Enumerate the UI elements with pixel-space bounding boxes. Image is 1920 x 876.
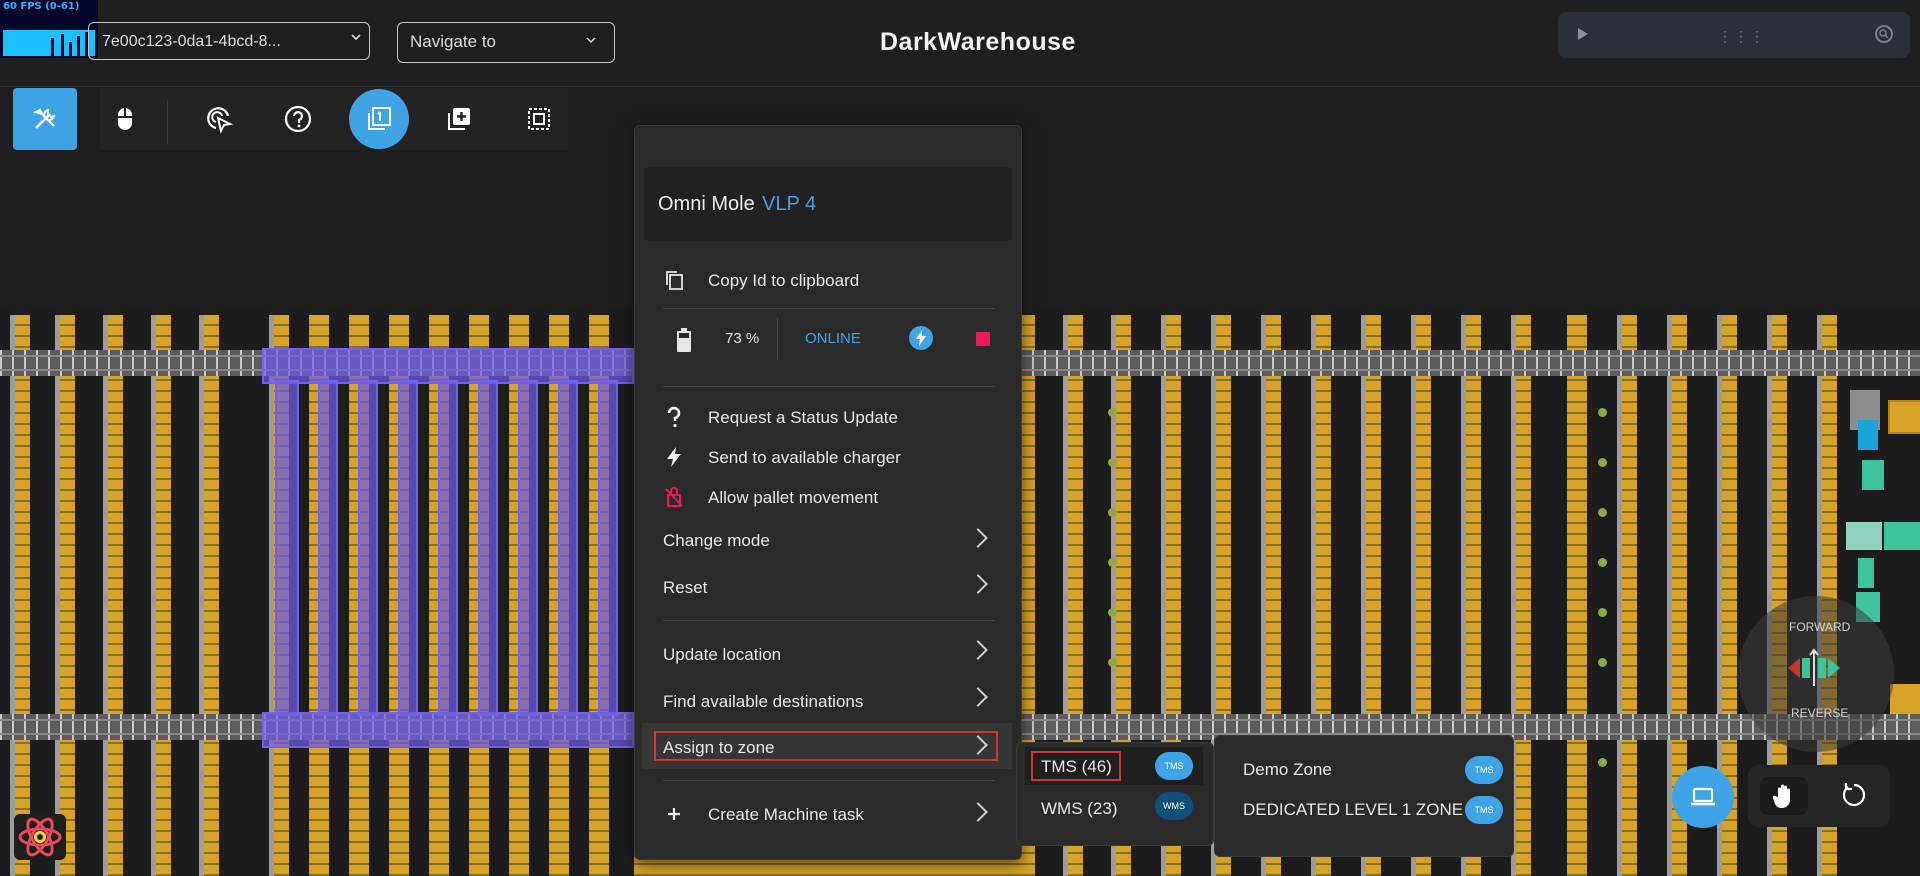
navigate-select[interactable]: Navigate to	[397, 22, 615, 63]
fps-graph	[3, 30, 95, 56]
drag-handle-icon[interactable]: ⋮⋮⋮	[1718, 28, 1766, 45]
change-mode-label: Change mode	[663, 531, 770, 550]
menu-divider	[663, 386, 995, 387]
tools-icon	[33, 108, 56, 129]
map-controls	[1748, 765, 1890, 827]
find-destinations-item[interactable]: Find available destinations	[663, 690, 993, 716]
zone-item[interactable]: DEDICATED LEVEL 1 ZONE TMS	[1223, 790, 1505, 828]
help-icon	[284, 105, 312, 133]
connection-status: ONLINE	[805, 330, 861, 347]
send-charger-label: Send to available charger	[708, 448, 901, 467]
wms-source-label: WMS (23)	[1041, 799, 1118, 818]
selection-area-top	[262, 348, 634, 384]
toolbar-divider	[167, 100, 168, 144]
pallet-lock-icon	[665, 487, 683, 507]
allow-pallet-item[interactable]: Allow pallet movement	[663, 486, 993, 512]
update-location-label: Update location	[663, 645, 782, 664]
charging-icon	[909, 326, 933, 350]
rotate-reset-icon[interactable]	[1840, 781, 1868, 809]
change-mode-item[interactable]: Change mode	[663, 529, 993, 555]
direction-control[interactable]: FORWARD REVERSE	[1738, 596, 1894, 752]
fps-label: 60 FPS (0-61)	[3, 1, 80, 12]
machine-context-menu: Omni Mole VLP 4 Copy Id to clipboard 73 …	[634, 125, 1022, 860]
hand-icon	[1772, 784, 1790, 808]
wms-source-item[interactable]: WMS (23) WMS	[1025, 789, 1203, 827]
assign-zone-item[interactable]: Assign to zone	[663, 736, 993, 762]
react-devtools-icon[interactable]	[14, 814, 66, 860]
cursor-click-icon	[207, 107, 234, 134]
area-select-button[interactable]	[507, 88, 571, 150]
stop-indicator-icon[interactable]	[976, 332, 990, 346]
create-task-label: Create Machine task	[708, 805, 864, 824]
send-charger-item[interactable]: Send to available charger	[663, 446, 993, 472]
select-area-icon	[528, 108, 550, 130]
layer-one-button[interactable]	[347, 88, 411, 150]
top-bar: 60 FPS (0-61) 7e00c123-0da1-4bcd-8... Na…	[0, 0, 1920, 87]
zone-item[interactable]: Demo Zone TMS	[1223, 750, 1505, 788]
question-icon	[667, 406, 681, 428]
chevron-down-icon	[351, 34, 361, 41]
help-button[interactable]	[266, 88, 330, 150]
battery-icon	[677, 328, 691, 352]
playback-panel: ⋮⋮⋮	[1558, 12, 1910, 58]
tms-source-item[interactable]: TMS (46) TMS	[1025, 747, 1203, 785]
wms-badge: WMS	[1155, 792, 1193, 820]
tools-button[interactable]	[13, 88, 77, 150]
menu-divider	[663, 620, 995, 621]
request-status-label: Request a Status Update	[708, 408, 898, 427]
copy-icon	[666, 271, 683, 290]
pan-button[interactable]	[1760, 777, 1808, 815]
app-title: DarkWarehouse	[880, 28, 1076, 56]
add-layer-icon	[448, 108, 470, 130]
reset-label: Reset	[663, 578, 708, 597]
create-task-item[interactable]: Create Machine task	[663, 803, 993, 829]
mouse-icon	[118, 108, 132, 130]
play-icon[interactable]	[1578, 28, 1588, 40]
zone-badge: TMS	[1465, 796, 1503, 824]
forward-label: FORWARD	[1789, 620, 1851, 634]
find-destinations-label: Find available destinations	[663, 692, 864, 711]
zone-label: Demo Zone	[1243, 760, 1332, 779]
machine-status-row: 73 % ONLINE	[663, 318, 995, 360]
reset-item[interactable]: Reset	[663, 576, 993, 602]
zone-badge: TMS	[1465, 756, 1503, 784]
mouse-mode-button[interactable]	[93, 88, 157, 150]
zone-source-menu: TMS (46) TMS WMS (23) WMS	[1016, 742, 1214, 846]
copy-id-item[interactable]: Copy Id to clipboard	[663, 269, 993, 295]
fps-monitor: 60 FPS (0-61)	[0, 0, 98, 58]
machine-id-value: 7e00c123-0da1-4bcd-8...	[102, 33, 281, 50]
battery-percentage: 73 %	[725, 330, 760, 347]
lightning-icon	[667, 447, 681, 467]
laptop-icon	[1691, 787, 1715, 806]
navigate-value: Navigate to	[410, 32, 496, 51]
machine-id-select[interactable]: 7e00c123-0da1-4bcd-8...	[88, 22, 370, 60]
search-icon[interactable]	[1874, 24, 1894, 44]
zone-label: DEDICATED LEVEL 1 ZONE	[1243, 800, 1464, 819]
copy-id-label: Copy Id to clipboard	[708, 271, 860, 290]
click-select-button[interactable]	[187, 88, 251, 150]
chevron-down-icon	[586, 37, 596, 43]
menu-divider	[663, 780, 995, 781]
add-layer-button[interactable]	[427, 88, 491, 150]
machine-name: VLP 4	[762, 193, 817, 215]
screen-view-button[interactable]	[1672, 766, 1734, 828]
zone-list-menu: Demo Zone TMS DEDICATED LEVEL 1 ZONE TMS	[1214, 735, 1514, 857]
request-status-item[interactable]: Request a Status Update	[663, 406, 993, 432]
allow-pallet-label: Allow pallet movement	[708, 488, 879, 507]
direction-arrows-icon	[1788, 648, 1840, 686]
selection-area-bottom	[262, 712, 634, 748]
menu-divider	[663, 308, 995, 309]
update-location-item[interactable]: Update location	[663, 643, 993, 669]
toolbar	[100, 88, 568, 150]
layer-one-icon	[368, 107, 391, 130]
reverse-label: REVERSE	[1791, 706, 1849, 720]
plus-icon	[668, 808, 680, 820]
machine-type: Omni Mole	[658, 193, 755, 215]
tms-badge: TMS	[1155, 752, 1193, 780]
machine-header: Omni Mole VLP 4	[644, 167, 1012, 241]
tms-source-label: TMS (46)	[1041, 757, 1112, 776]
assign-zone-label: Assign to zone	[663, 738, 775, 757]
